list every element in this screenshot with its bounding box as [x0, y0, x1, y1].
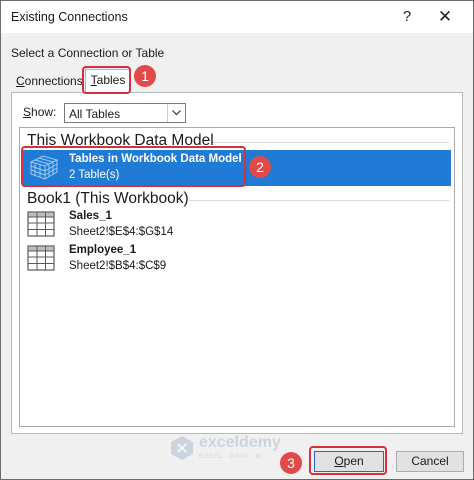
annotation-highlight-data-model: [21, 146, 246, 187]
chevron-down-icon[interactable]: [167, 104, 185, 122]
tab-connections[interactable]: Connections: [13, 71, 86, 93]
list-item-sales-1[interactable]: Sales_1 Sheet2!$E$4:$G$14: [23, 207, 451, 243]
table-grid-icon: [27, 211, 55, 240]
group-header-book1: Book1 (This Workbook): [27, 190, 189, 207]
item-name: Sales_1: [69, 210, 112, 222]
annotation-badge-3: 3: [280, 452, 302, 474]
group-divider: [213, 142, 449, 143]
title-bar: Existing Connections ? ✕: [1, 1, 473, 33]
help-button[interactable]: ?: [395, 7, 419, 27]
annotation-highlight-tables-tab: [82, 66, 131, 94]
exceldemy-logo-icon: [171, 436, 193, 460]
annotation-badge-2: 2: [249, 156, 271, 178]
watermark-name: exceldemy: [199, 434, 281, 451]
existing-connections-dialog: Existing Connections ? ✕ Select a Connec…: [0, 0, 474, 480]
select-connection-label: Select a Connection or Table: [11, 46, 165, 60]
cancel-button[interactable]: Cancel: [396, 451, 464, 472]
list-item-employee-1[interactable]: Employee_1 Sheet2!$B$4:$C$9: [23, 241, 451, 277]
show-dropdown[interactable]: All Tables: [64, 103, 186, 123]
table-grid-icon: [27, 245, 55, 274]
item-name: Employee_1: [69, 244, 137, 256]
annotation-badge-1: 1: [134, 65, 156, 87]
item-subtitle: Sheet2!$B$4:$C$9: [69, 260, 167, 272]
window-title: Existing Connections: [11, 10, 128, 24]
watermark-tagline: EXCEL · DATA · BI: [199, 453, 263, 460]
close-button[interactable]: ✕: [433, 7, 457, 27]
annotation-highlight-open-button: [309, 446, 387, 475]
group-divider: [189, 200, 449, 201]
item-subtitle: Sheet2!$E$4:$G$14: [69, 226, 174, 238]
show-label: Show:: [23, 105, 57, 119]
show-dropdown-value: All Tables: [69, 107, 121, 121]
